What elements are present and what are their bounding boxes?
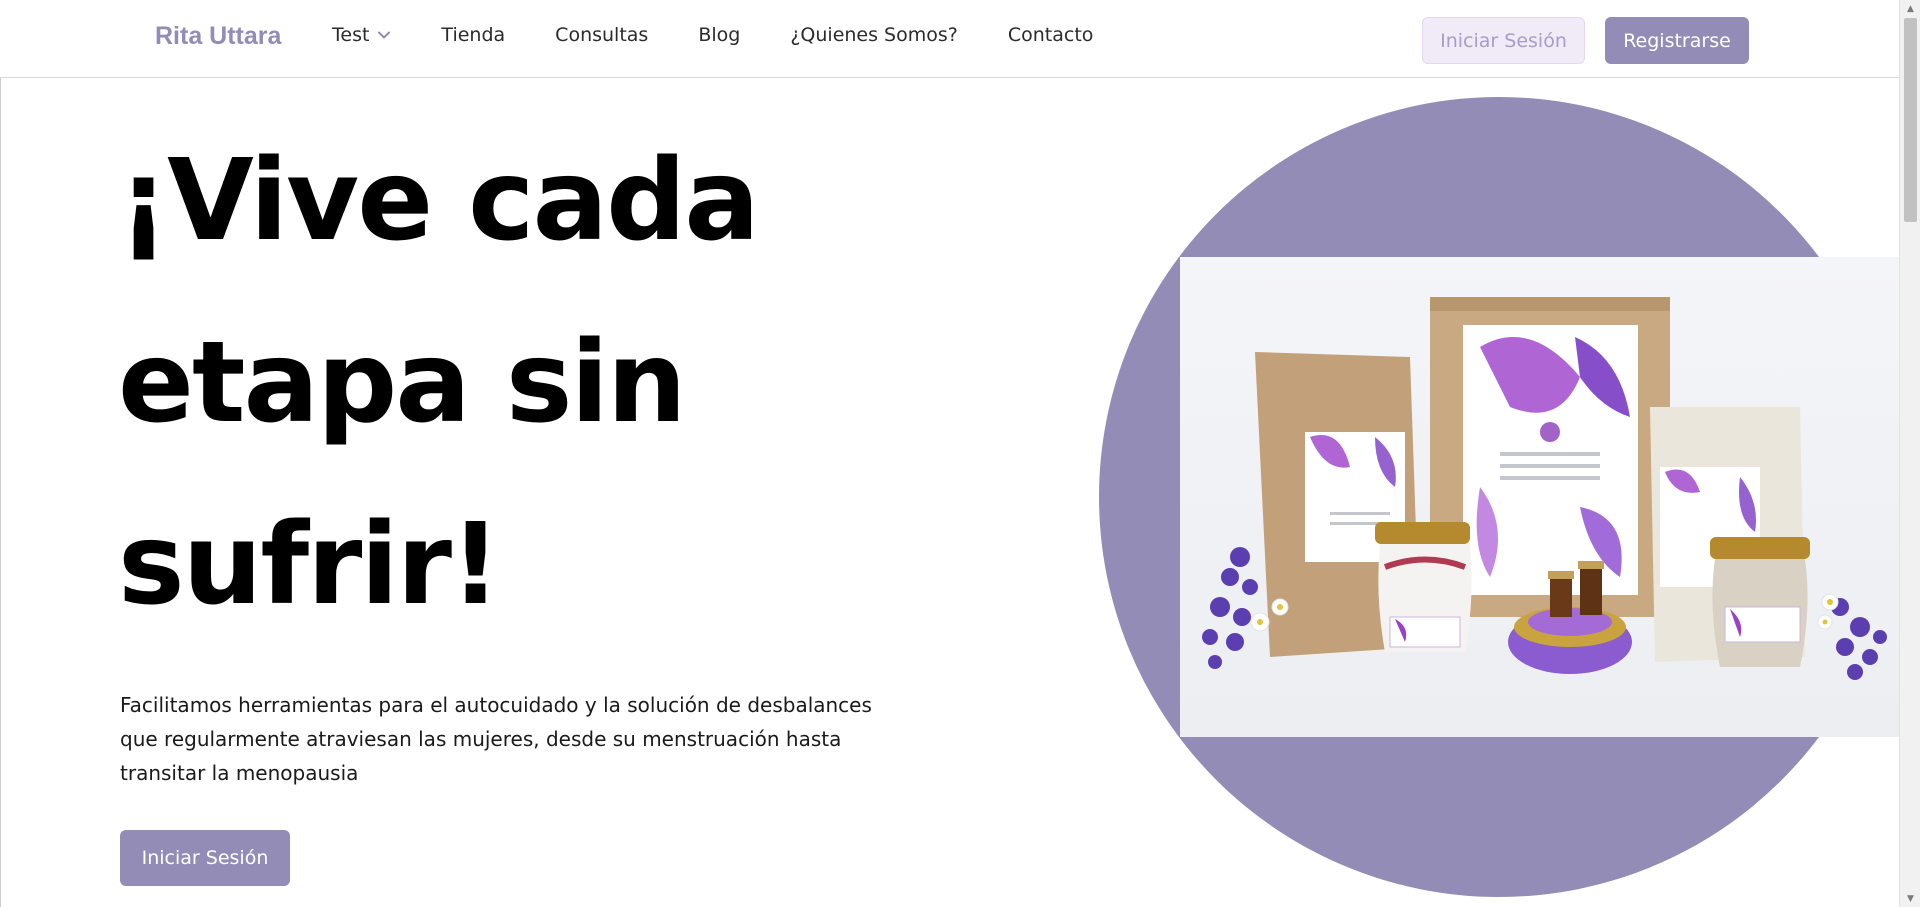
- nav-links: Test Tienda Consultas Blog ¿Quienes Somo…: [332, 24, 1143, 46]
- nav-item-test[interactable]: Test: [332, 24, 391, 46]
- hero-login-button[interactable]: Iniciar Sesión: [120, 830, 290, 886]
- top-navbar: Rita Uttara Test Tienda Consultas Blog ¿…: [0, 0, 1899, 78]
- login-button[interactable]: Iniciar Sesión: [1422, 17, 1585, 64]
- register-button[interactable]: Registrarse: [1605, 17, 1749, 64]
- scroll-down-arrow-icon[interactable]: ▼: [1900, 890, 1920, 907]
- nav-item-blog[interactable]: Blog: [698, 24, 740, 46]
- product-photo: [1180, 257, 1899, 737]
- page: Rita Uttara Test Tienda Consultas Blog ¿…: [0, 0, 1899, 907]
- nav-item-quienes-somos[interactable]: ¿Quienes Somos?: [790, 24, 958, 46]
- hero-description: Facilitamos herramientas para el autocui…: [120, 693, 872, 785]
- scrollbar-thumb[interactable]: [1904, 18, 1917, 222]
- nav-item-test-label: Test: [332, 24, 370, 46]
- hero-title: ¡Vive cada etapa sin sufrir!: [118, 136, 760, 630]
- scroll-up-arrow-icon[interactable]: ▲: [1900, 0, 1920, 17]
- nav-item-contacto[interactable]: Contacto: [1008, 24, 1094, 46]
- chevron-down-icon: [377, 28, 391, 42]
- vertical-scrollbar[interactable]: ▲ ▼: [1899, 0, 1920, 907]
- nav-item-consultas[interactable]: Consultas: [555, 24, 648, 46]
- product-photo-illustration: [1202, 297, 1887, 680]
- nav-item-tienda[interactable]: Tienda: [441, 24, 505, 46]
- page-left-border: [0, 78, 1, 907]
- brand-logo[interactable]: Rita Uttara: [155, 22, 281, 51]
